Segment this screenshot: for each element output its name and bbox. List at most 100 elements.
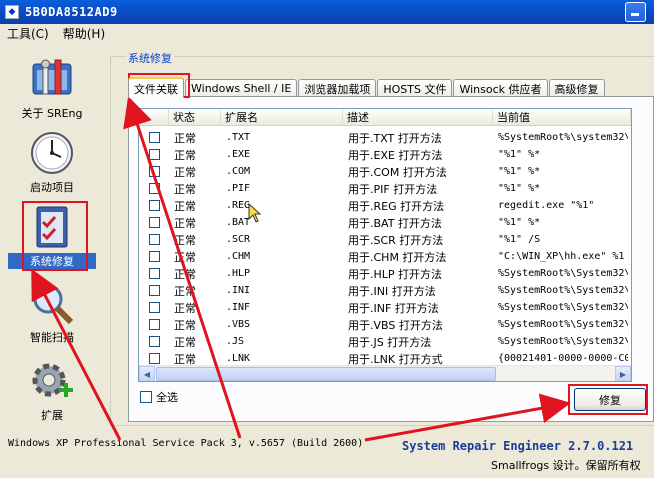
row-current-value: "%1" /S [498, 234, 541, 245]
window-title: 5B0DA8512AD9 [25, 5, 118, 19]
row-checkbox[interactable] [149, 200, 160, 211]
row-extension: .PIF [226, 183, 251, 194]
tab-browser-addons[interactable]: 浏览器加载项 [298, 79, 377, 97]
header-status[interactable]: 状态 [169, 109, 221, 125]
nav-item-extend[interactable]: 扩展 [8, 358, 96, 423]
nav-item-repair[interactable]: 系统修复 [8, 204, 96, 269]
row-status: 正常 [174, 284, 196, 298]
clock-icon [29, 130, 75, 176]
row-extension: .LNK [226, 353, 251, 364]
tab-hosts[interactable]: HOSTS 文件 [377, 79, 453, 97]
row-description: 用于.HLP 打开方法 [348, 267, 443, 281]
checklist-icon [29, 204, 75, 250]
table-row[interactable]: 正常 .REG 用于.REG 打开方法 regedit.exe "%1" [139, 197, 631, 214]
row-current-value: %SystemRoot%\system32\ [498, 132, 628, 143]
nav-item-scan[interactable]: 智能扫描 [8, 280, 96, 345]
horizontal-scrollbar[interactable]: ◀ ▶ [139, 365, 631, 381]
table-row[interactable]: 正常 .INI 用于.INI 打开方法 %SystemRoot%\System32\ [139, 282, 631, 299]
row-status: 正常 [174, 131, 196, 145]
row-current-value: "%1" %* [498, 183, 541, 194]
nav-label-scan: 智能扫描 [30, 331, 74, 344]
row-current-value: "%1" %* [498, 166, 541, 177]
header-extension[interactable]: 扩展名 [221, 109, 343, 125]
row-checkbox[interactable] [149, 234, 160, 245]
row-checkbox[interactable] [149, 302, 160, 313]
table-row[interactable]: 正常 .VBS 用于.VBS 打开方法 %SystemRoot%\System32\ [139, 316, 631, 333]
row-checkbox[interactable] [149, 217, 160, 228]
table-row[interactable]: 正常 .CHM 用于.CHM 打开方法 "C:\WIN_XP\hh.exe" %1 [139, 248, 631, 265]
repair-button[interactable]: 修复 [574, 388, 646, 411]
row-checkbox[interactable] [149, 132, 160, 143]
table-row[interactable]: 正常 .BAT 用于.BAT 打开方法 "%1" %* [139, 214, 631, 231]
row-description: 用于.BAT 打开方法 [348, 216, 442, 230]
row-checkbox[interactable] [149, 353, 160, 364]
nav-label-about: 关于 SREng [21, 107, 83, 120]
row-status: 正常 [174, 199, 196, 213]
table-row[interactable]: 正常 .TXT 用于.TXT 打开方法 %SystemRoot%\system32\ [139, 129, 631, 146]
row-checkbox[interactable] [149, 268, 160, 279]
row-status: 正常 [174, 267, 196, 281]
header-current-value[interactable]: 当前值 [493, 109, 631, 125]
row-checkbox[interactable] [149, 251, 160, 262]
row-extension: .EXE [226, 149, 251, 160]
table-row[interactable]: 正常 .JS 用于.JS 打开方法 %SystemRoot%\System32\ [139, 333, 631, 350]
left-nav: 关于 SREng 启动项目 系统修复 智能扫描 扩展 [0, 46, 100, 430]
menu-help[interactable]: 帮助(H) [56, 25, 112, 42]
row-checkbox[interactable] [149, 183, 160, 194]
row-status: 正常 [174, 216, 196, 230]
row-status: 正常 [174, 250, 196, 264]
row-current-value: %SystemRoot%\System32\ [498, 285, 628, 296]
tab-file-association[interactable]: 文件关联 [128, 77, 184, 98]
row-description: 用于.VBS 打开方法 [348, 318, 443, 332]
row-status: 正常 [174, 165, 196, 179]
row-description: 用于.INF 打开方法 [348, 301, 439, 315]
row-status: 正常 [174, 148, 196, 162]
menu-tools[interactable]: 工具(C) [0, 25, 56, 42]
row-checkbox[interactable] [149, 285, 160, 296]
table-row[interactable]: 正常 .PIF 用于.PIF 打开方法 "%1" %* [139, 180, 631, 197]
row-description: 用于.JS 打开方法 [348, 335, 432, 349]
row-description: 用于.PIF 打开方法 [348, 182, 438, 196]
scroll-thumb[interactable] [156, 367, 496, 381]
header-check[interactable] [139, 109, 169, 125]
scroll-left-icon[interactable]: ◀ [139, 366, 155, 381]
row-current-value: %SystemRoot%\System32\ [498, 336, 628, 347]
table-row[interactable]: 正常 .INF 用于.INF 打开方法 %SystemRoot%\System32\ [139, 299, 631, 316]
menu-bar: 工具(C) 帮助(H) [0, 24, 654, 43]
row-extension: .HLP [226, 268, 251, 279]
magnifier-icon [29, 280, 75, 326]
table-row[interactable]: 正常 .EXE 用于.EXE 打开方法 "%1" %* [139, 146, 631, 163]
table-row[interactable]: 正常 .COM 用于.COM 打开方法 "%1" %* [139, 163, 631, 180]
toolbox-icon [29, 56, 75, 102]
group-label: 系统修复 [126, 50, 174, 66]
nav-item-about[interactable]: 关于 SREng [8, 56, 96, 121]
minimize-button[interactable] [625, 2, 646, 22]
row-checkbox[interactable] [149, 319, 160, 330]
row-checkbox[interactable] [149, 336, 160, 347]
row-description: 用于.TXT 打开方法 [348, 131, 442, 145]
row-checkbox[interactable] [149, 149, 160, 160]
scroll-right-icon[interactable]: ▶ [615, 366, 631, 381]
table-row[interactable]: 正常 .SCR 用于.SCR 打开方法 "%1" /S [139, 231, 631, 248]
row-description: 用于.INI 打开方法 [348, 284, 436, 298]
select-all-checkbox[interactable] [140, 391, 152, 403]
file-association-list[interactable]: 状态 扩展名 描述 当前值 正常 .TXT 用于.TXT 打开方法 %SystemRo… [138, 108, 632, 382]
row-description: 用于.EXE 打开方法 [348, 148, 443, 162]
tab-windows-shell[interactable]: Windows Shell / IE [185, 79, 298, 97]
row-status: 正常 [174, 318, 196, 332]
os-info: Windows XP Professional Service Pack 3, … [8, 438, 364, 449]
row-description: 用于.SCR 打开方法 [348, 233, 444, 247]
row-extension: .INF [226, 302, 251, 313]
header-description[interactable]: 描述 [343, 109, 493, 125]
app-icon: ◆ [5, 5, 19, 19]
row-extension: .TXT [226, 132, 251, 143]
select-all[interactable]: 全选 [140, 389, 178, 405]
tab-advanced[interactable]: 高级修复 [548, 79, 605, 97]
tab-winsock[interactable]: Winsock 供应者 [453, 79, 548, 97]
row-description: 用于.CHM 打开方法 [348, 250, 447, 264]
row-status: 正常 [174, 182, 196, 196]
nav-item-startup[interactable]: 启动项目 [8, 130, 96, 195]
row-checkbox[interactable] [149, 166, 160, 177]
row-current-value: "%1" %* [498, 149, 541, 160]
table-row[interactable]: 正常 .HLP 用于.HLP 打开方法 %SystemRoot%\System32\ [139, 265, 631, 282]
